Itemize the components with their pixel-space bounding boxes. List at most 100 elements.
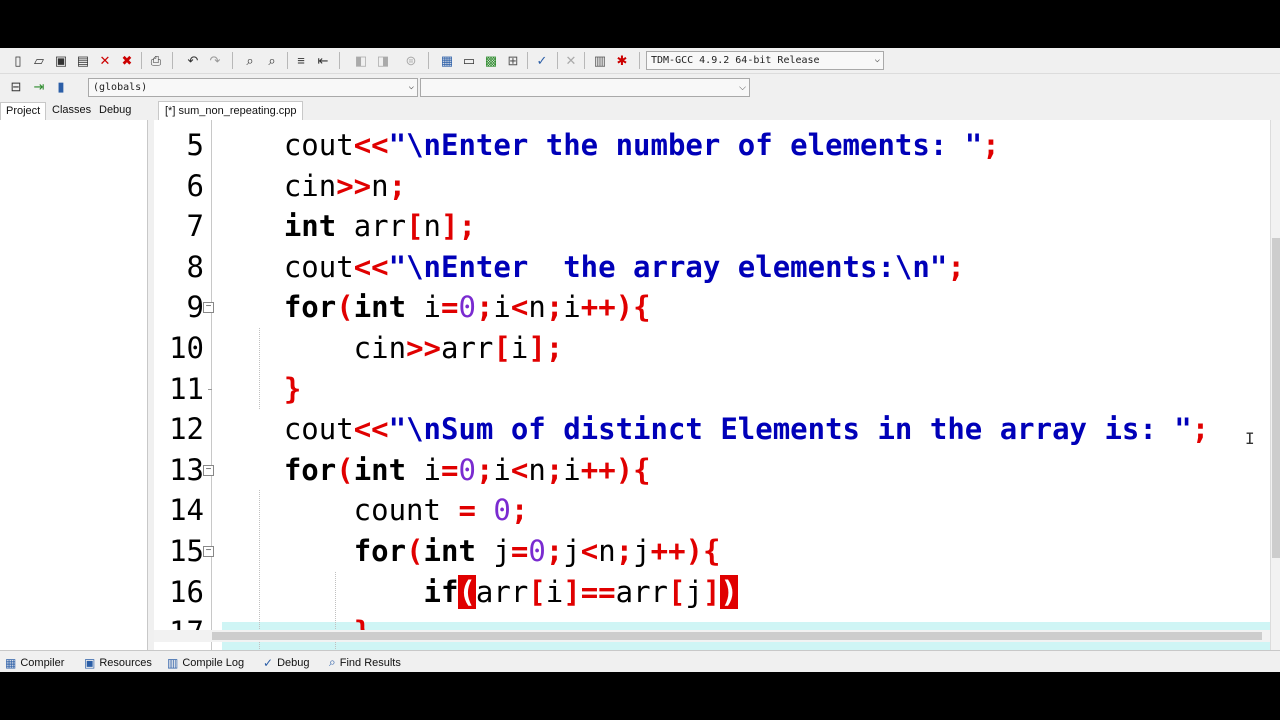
goto-definition-icon[interactable]: ⇥ <box>30 77 48 95</box>
find-icon[interactable]: ⌕ <box>241 51 259 69</box>
tab-find-results[interactable]: ⌕ Find Results <box>329 654 401 671</box>
replace-icon[interactable]: ⌕ <box>263 51 281 69</box>
code-token: ( <box>336 452 354 487</box>
text-cursor-icon: I <box>1245 429 1255 448</box>
class-icon[interactable]: ▮ <box>52 77 70 95</box>
code-token: "\nEnter the array elements:\n" <box>388 249 948 284</box>
code-token: ; <box>545 290 564 325</box>
code-token: i <box>545 574 564 609</box>
code-token: arr <box>336 209 407 244</box>
code-token: < <box>580 534 599 568</box>
project-panel[interactable] <box>0 120 148 652</box>
vertical-scrollbar-thumb[interactable] <box>1272 238 1280 558</box>
new-file-icon[interactable]: ▯ <box>9 51 27 69</box>
member-select[interactable]: ⌵ <box>420 78 750 97</box>
code-token: i <box>406 290 442 325</box>
code-line[interactable]: } <box>214 369 1270 410</box>
close-all-icon[interactable]: ✖ <box>118 51 136 69</box>
tab-debug[interactable]: Debug <box>94 102 136 120</box>
code-token: j <box>475 534 511 568</box>
save-all-icon[interactable]: ▤ <box>74 51 92 69</box>
save-icon[interactable]: ▣ <box>52 51 70 69</box>
fold-toggle-icon[interactable]: − <box>203 302 214 314</box>
code-line[interactable]: cout<<"\nSum of distinct Elements in the… <box>214 409 1270 450</box>
compile-icon[interactable]: ▦ <box>438 51 456 69</box>
code-line[interactable]: cout<<"\nEnter the array elements:\n"; <box>214 247 1270 288</box>
code-token: j <box>633 534 651 568</box>
check-icon[interactable]: ✓ <box>533 51 551 69</box>
horizontal-scrollbar-thumb[interactable] <box>212 632 1262 640</box>
code-token: i <box>406 452 442 487</box>
code-line[interactable]: count = 0; <box>214 490 1270 531</box>
code-token: cin <box>214 168 337 203</box>
insert-icon[interactable]: ⊟ <box>7 77 25 95</box>
tab-classes[interactable]: Classes <box>47 102 96 120</box>
code-token: << <box>353 128 389 162</box>
code-token: < <box>510 290 529 325</box>
rebuild-icon[interactable]: ⊞ <box>504 51 522 69</box>
indent-icon[interactable]: ≡ <box>292 51 310 69</box>
open-icon[interactable]: ▱ <box>30 51 48 69</box>
code-token: "\nEnter the number of elements: " <box>388 128 983 162</box>
code-token: n <box>371 168 389 203</box>
code-token: ; <box>1191 412 1210 447</box>
code-line[interactable]: int arr[n]; <box>214 206 1270 247</box>
code-token: cout <box>214 249 354 284</box>
toolbar-separator <box>527 52 528 69</box>
compile-run-icon[interactable]: ▩ <box>482 51 500 69</box>
horizontal-scrollbar[interactable] <box>154 630 1270 642</box>
code-line[interactable]: for(int i=0;i<n;i++){ <box>214 287 1270 328</box>
code-line[interactable]: cin>>n; <box>214 166 1270 207</box>
redo-icon[interactable]: ↷ <box>206 51 224 69</box>
tab-compile-log[interactable]: ▥ Compile Log <box>167 654 244 671</box>
chart-icon[interactable]: ▥ <box>591 51 609 69</box>
code-token: ( <box>406 534 424 568</box>
print-icon[interactable]: ⎙ <box>147 51 165 69</box>
code-token: 0 <box>458 290 476 325</box>
stop-icon[interactable]: ✕ <box>562 51 580 69</box>
toolbar-separator <box>639 52 640 69</box>
goto-icon[interactable]: ⊜ <box>402 51 420 69</box>
code-token: ( <box>336 290 354 325</box>
code-token: = <box>441 452 459 487</box>
code-token: 0 <box>493 493 511 528</box>
toolbar-separator <box>172 52 173 69</box>
run-icon[interactable]: ▭ <box>460 51 478 69</box>
code-token: j <box>685 574 703 609</box>
debug-icon[interactable]: ✱ <box>613 51 631 69</box>
code-token: 0 <box>458 452 476 487</box>
code-line[interactable]: cout<<"\nEnter the number of elements: "… <box>214 125 1270 166</box>
fold-toggle-icon[interactable]: − <box>203 546 214 557</box>
code-token: int <box>423 534 476 568</box>
code-token: } <box>283 371 302 406</box>
compiler-select[interactable]: TDM-GCC 4.9.2 64-bit Release ⌵ <box>646 51 884 70</box>
code-line[interactable]: cin>>arr[i]; <box>214 328 1270 369</box>
undo-icon[interactable]: ↶ <box>184 51 202 69</box>
close-icon[interactable]: ✕ <box>96 51 114 69</box>
code-token: i <box>510 331 529 365</box>
vertical-scrollbar[interactable] <box>1270 120 1280 652</box>
code-token: ] <box>702 574 721 609</box>
code-line[interactable]: if(arr[i]==arr[j]) <box>214 572 1270 613</box>
file-tab[interactable]: [*] sum_non_repeating.cpp <box>158 101 304 120</box>
scope-select[interactable]: (globals) ⌵ <box>88 78 418 97</box>
tab-project[interactable]: Project <box>0 102 47 120</box>
line-number: 6 <box>186 168 204 203</box>
line-number: 10 <box>169 331 204 365</box>
unindent-icon[interactable]: ⇤ <box>314 51 332 69</box>
code-token: ++){ <box>580 290 651 325</box>
code-text[interactable]: cout<<"\nEnter the number of elements: "… <box>214 120 1270 640</box>
code-line[interactable]: for(int i=0;i<n;i++){ <box>214 450 1270 491</box>
toolbar-separator <box>232 52 233 69</box>
code-line[interactable]: for(int j=0;j<n;j++){ <box>214 531 1270 572</box>
fold-toggle-icon[interactable]: − <box>203 464 214 476</box>
bookmark-next-icon[interactable]: ◨ <box>374 51 392 69</box>
bookmark-prev-icon[interactable]: ◧ <box>352 51 370 69</box>
toolbar-separator <box>141 52 142 69</box>
tab-compiler[interactable]: ▦ Compiler <box>5 654 64 671</box>
tab-debug-output[interactable]: ✓ Debug <box>263 654 309 671</box>
tab-resources[interactable]: ▣ Resources <box>84 654 152 671</box>
code-token: i <box>563 290 581 325</box>
code-editor[interactable]: 56789−10111213−1415−1617 cout<<"\nEnter … <box>154 120 1280 652</box>
code-token: arr <box>440 331 494 365</box>
